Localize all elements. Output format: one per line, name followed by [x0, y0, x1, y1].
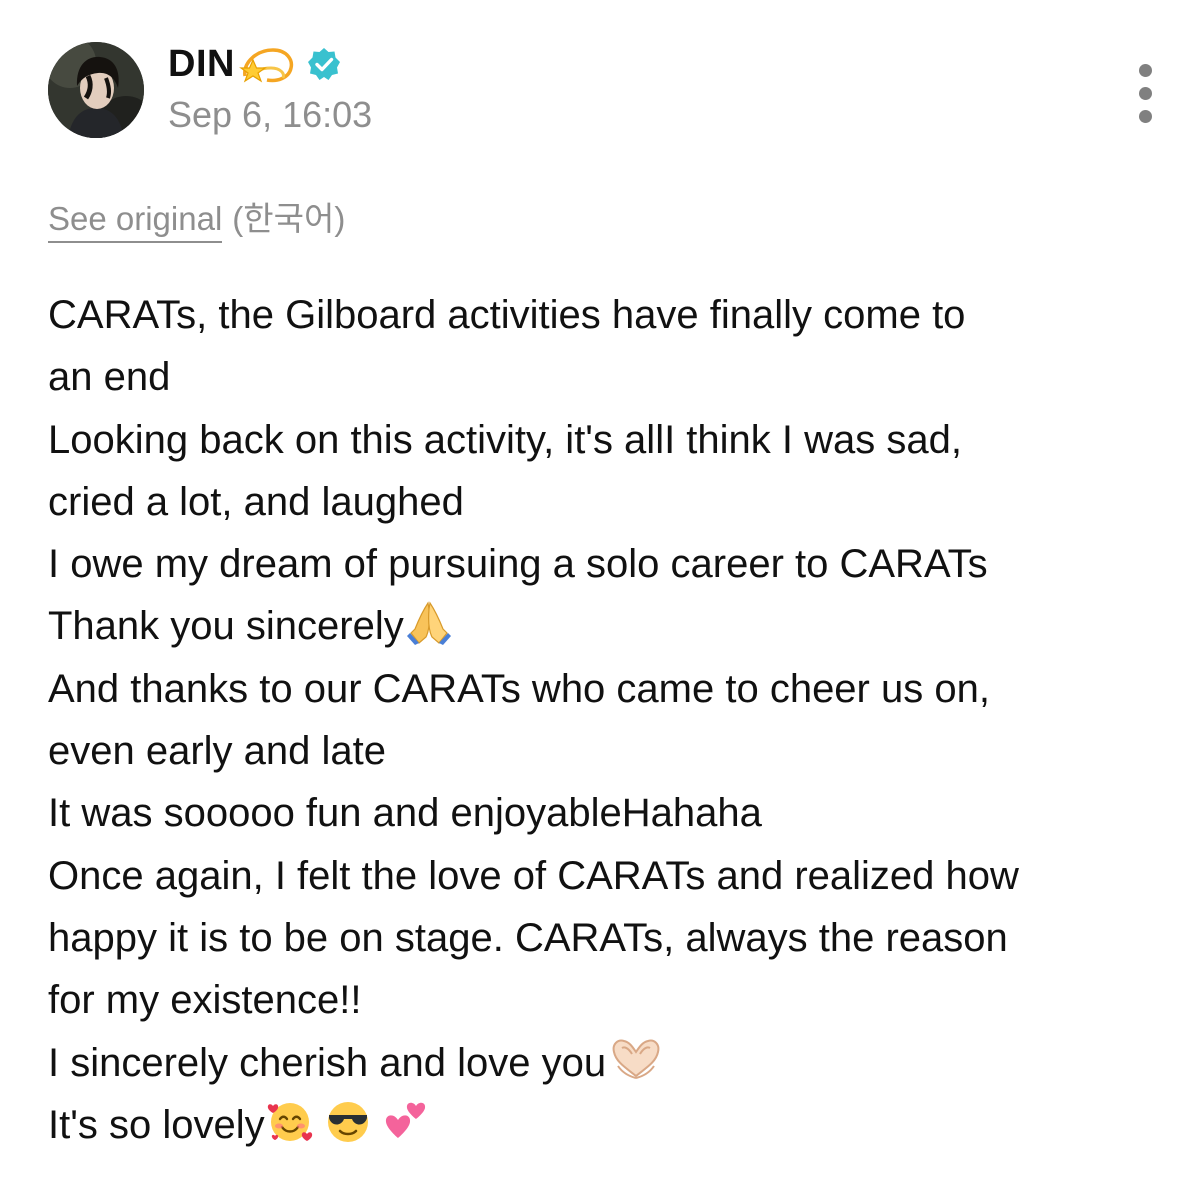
original-language-label: (한국어) [232, 200, 346, 237]
avatar-image [48, 42, 144, 138]
post-line-text: I sincerely cherish and love you [48, 1040, 607, 1085]
post-line-text: even early and late [48, 729, 387, 774]
post-line: Thank you sincerely [48, 595, 1168, 657]
post-line: even early and late [48, 720, 1168, 782]
verified-badge-icon [307, 48, 340, 80]
translation-row: See original (한국어) [48, 192, 346, 243]
post-header: DIN Sep 6, 16:03 [48, 42, 1158, 142]
post-line-text: an end [48, 355, 171, 400]
more-vertical-icon-dot [1139, 87, 1152, 100]
post-line: an end [48, 346, 1168, 408]
post-line: I sincerely cherish and love you [48, 1032, 1168, 1094]
author-name[interactable]: DIN [168, 43, 235, 86]
more-vertical-icon-dot [1139, 110, 1152, 123]
see-original-link[interactable]: See original [48, 200, 223, 243]
author-row: DIN [168, 42, 341, 86]
post-line: Once again, I felt the love of CARATs an… [48, 845, 1168, 907]
post-line-text: CARATs, the Gilboard activities have fin… [48, 293, 966, 337]
post-line-text: It was sooooo fun and enjoyableHahaha [48, 791, 762, 836]
post-line: And thanks to our CARATs who came to che… [48, 658, 1168, 720]
post-line-text: It's so lovely [48, 1102, 265, 1147]
post-line: happy it is to be on stage. CARATs, alwa… [48, 907, 1168, 969]
post-line-text: I owe my dream of pursuing a solo career… [48, 542, 988, 587]
post-line: It was sooooo fun and enjoyableHahaha [48, 782, 1168, 844]
post-line: CARATs, the Gilboard activities have fin… [48, 284, 1168, 346]
post-line: I owe my dream of pursuing a solo career… [48, 533, 1168, 595]
two-hearts-emoji [385, 1102, 425, 1138]
post-line-text: Thank you sincerely [48, 604, 404, 649]
post-line-text: happy it is to be on stage. CARATs, alwa… [48, 915, 1008, 960]
smiling-face-with-hearts-emoji [267, 1102, 312, 1141]
post-line: It's so lovely [48, 1094, 1168, 1156]
post-line-text: And thanks to our CARATs who came to che… [48, 666, 990, 711]
avatar[interactable] [48, 42, 144, 138]
post-line-text: cried a lot, and laughed [48, 479, 464, 524]
smiling-face-with-sunglasses-emoji [327, 1101, 368, 1142]
post-body: CARATs, the Gilboard activities have fin… [48, 284, 1168, 1156]
post-line: for my existence!! [48, 969, 1168, 1031]
post-timestamp: Sep 6, 16:03 [168, 94, 373, 135]
post-line-text: for my existence!! [48, 978, 362, 1023]
post-line-text: Once again, I felt the love of CARATs an… [48, 853, 1019, 898]
folded-hands-emoji [406, 601, 451, 646]
dizzy-star-emoji [239, 48, 294, 83]
post-card: DIN Sep 6, 16:03 See original (한국어) CARAT… [0, 0, 1200, 1192]
heart-hands-emoji [612, 1039, 660, 1079]
post-line: cried a lot, and laughed [48, 471, 1168, 533]
more-options-button[interactable] [1134, 64, 1158, 126]
post-line-text: Looking back on this activity, it's allI… [48, 417, 962, 462]
post-line: Looking back on this activity, it's allI… [48, 409, 1168, 471]
more-vertical-icon-dot [1139, 64, 1152, 77]
